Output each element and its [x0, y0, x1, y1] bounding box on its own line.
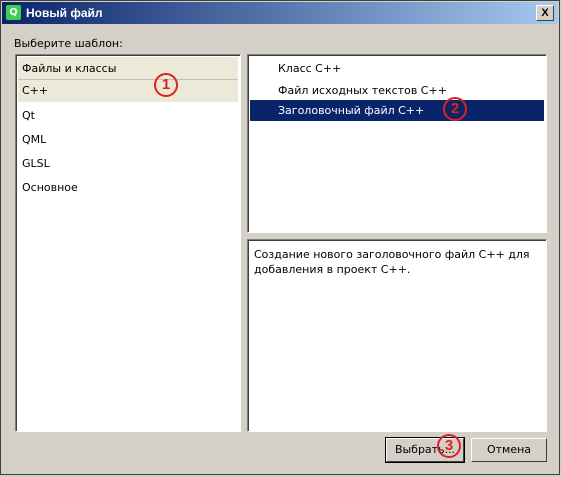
- annotation-badge-2: 2: [443, 97, 467, 121]
- cancel-button[interactable]: Отмена: [471, 438, 547, 462]
- template-description: Создание нового заголовочного файл C++ д…: [254, 248, 530, 276]
- category-item-qt[interactable]: Qt: [18, 105, 238, 127]
- close-button[interactable]: X: [536, 5, 554, 21]
- annotation-badge-1: 1: [154, 73, 178, 97]
- template-list[interactable]: Класс C++ Файл исходных текстов C++ Заго…: [247, 54, 547, 233]
- window-title: Новый файл: [26, 6, 103, 20]
- category-item-glsl[interactable]: GLSL: [18, 153, 238, 175]
- title-bar[interactable]: Q Новый файл X: [2, 2, 558, 24]
- annotation-badge-3: 3: [437, 434, 461, 458]
- template-item-cpp-source[interactable]: Файл исходных текстов C++: [250, 80, 544, 101]
- category-item-cpp[interactable]: C++: [18, 80, 238, 102]
- category-item-general[interactable]: Основное: [18, 177, 238, 199]
- new-file-dialog: Q Новый файл X Выберите шаблон: Файлы и …: [0, 0, 560, 475]
- category-list[interactable]: Файлы и классы C++ Qt QML GLSL Основное: [15, 54, 241, 432]
- template-item-cpp-class[interactable]: Класс C++: [250, 58, 544, 79]
- category-item-qml[interactable]: QML: [18, 129, 238, 151]
- qt-creator-icon: Q: [6, 5, 21, 20]
- template-item-cpp-header[interactable]: Заголовочный файл C++: [250, 100, 544, 121]
- category-group-header[interactable]: Файлы и классы: [18, 57, 238, 80]
- choose-template-label: Выберите шаблон:: [14, 37, 123, 50]
- template-description-panel: Создание нового заголовочного файл C++ д…: [247, 239, 547, 432]
